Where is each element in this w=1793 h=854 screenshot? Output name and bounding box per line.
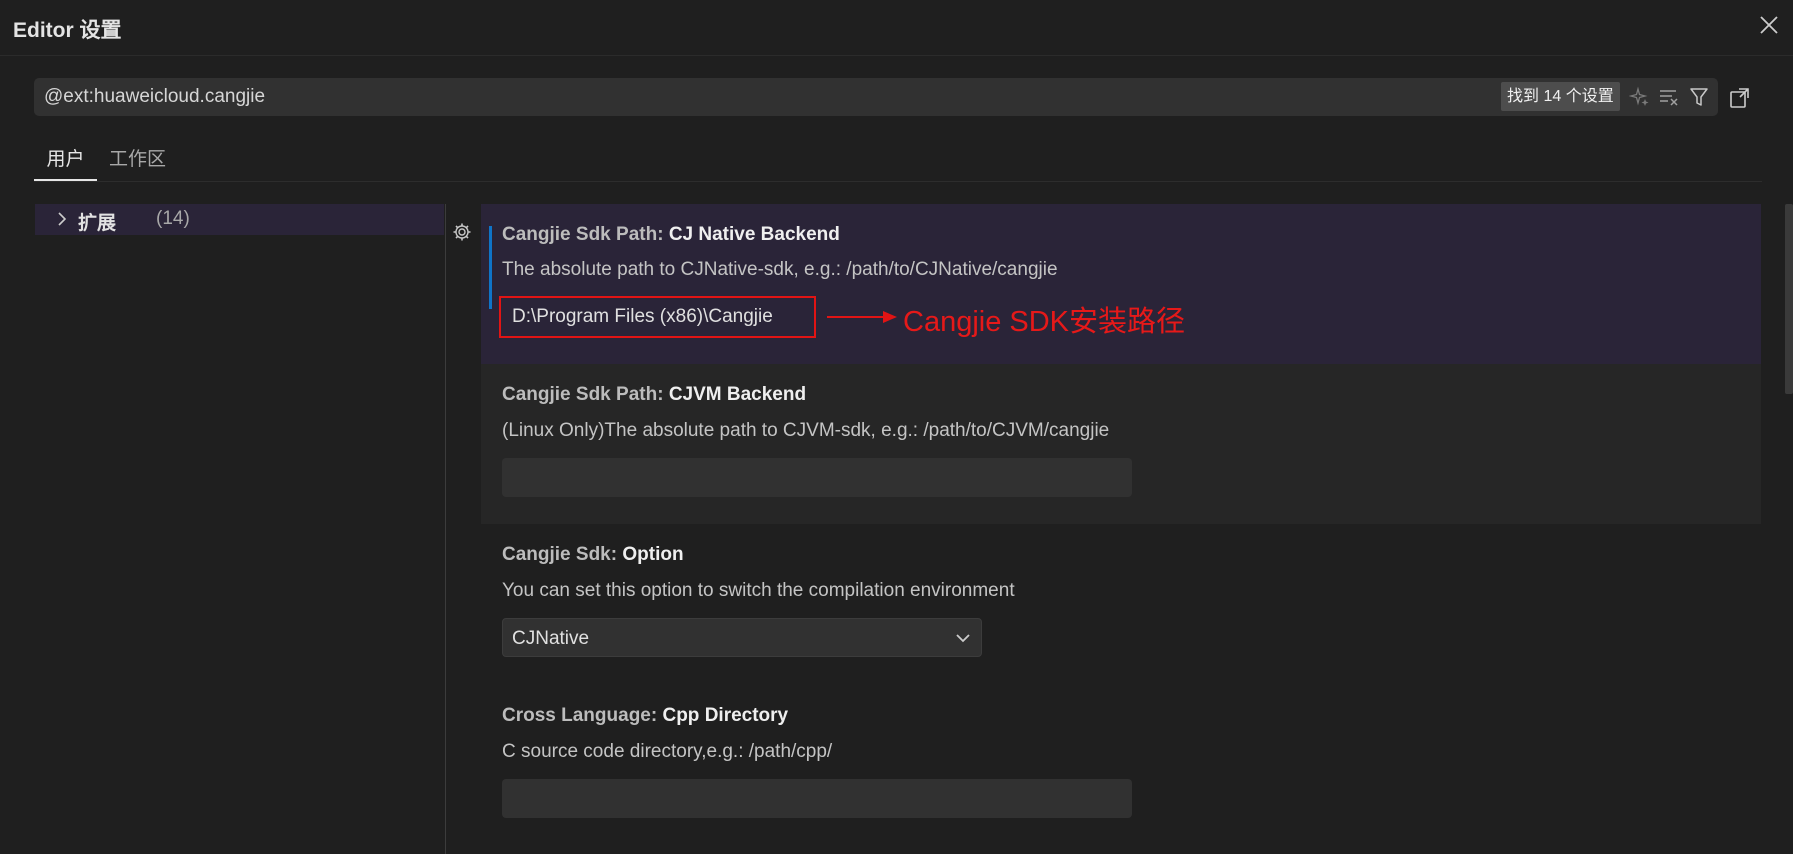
setting-description: The absolute path to CJNative-sdk, e.g.:… bbox=[502, 259, 1058, 280]
setting-title: Cangjie Sdk: Option bbox=[502, 544, 684, 565]
annotation-arrow bbox=[827, 311, 897, 323]
setting-description: You can set this option to switch the co… bbox=[502, 580, 1015, 601]
close-icon[interactable] bbox=[1758, 14, 1780, 36]
focus-indicator bbox=[489, 226, 492, 309]
filter-icon[interactable] bbox=[1688, 86, 1710, 108]
setting-description: C source code directory,e.g.: /path/cpp/ bbox=[502, 741, 833, 762]
tabs-divider bbox=[34, 181, 1762, 182]
setting-description: (Linux Only)The absolute path to CJVM-sd… bbox=[502, 420, 1110, 441]
scrollbar-thumb[interactable] bbox=[1785, 204, 1793, 394]
toc-item-count: (14) bbox=[156, 208, 190, 229]
tab-user[interactable]: 用户 bbox=[34, 144, 97, 171]
annotation-highlight-box bbox=[499, 296, 816, 338]
clear-filter-icon[interactable] bbox=[1658, 86, 1680, 108]
sash-divider[interactable] bbox=[445, 204, 446, 854]
gear-icon[interactable] bbox=[452, 222, 472, 242]
option-select[interactable]: CJNative bbox=[502, 618, 982, 657]
setting-cj-native-backend[interactable]: Cangjie Sdk Path: CJ Native Backend The … bbox=[481, 204, 1761, 364]
setting-cjvm-backend[interactable]: Cangjie Sdk Path: CJVM Backend (Linux On… bbox=[481, 364, 1761, 524]
sparkle-icon[interactable] bbox=[1629, 86, 1651, 108]
chevron-down-icon bbox=[956, 634, 970, 643]
chevron-right-icon bbox=[58, 212, 67, 226]
open-settings-json-icon[interactable] bbox=[1727, 86, 1751, 110]
cjvm-path-input[interactable] bbox=[502, 458, 1132, 497]
setting-title: Cangjie Sdk Path: CJ Native Backend bbox=[502, 224, 840, 245]
cpp-directory-input[interactable] bbox=[502, 779, 1132, 818]
results-count-badge: 找到 14 个设置 bbox=[1501, 82, 1620, 111]
toc-item-extensions[interactable]: 扩展 (14) bbox=[35, 204, 444, 235]
setting-title: Cangjie Sdk Path: CJVM Backend bbox=[502, 384, 807, 405]
settings-search-bar[interactable]: @ext:huaweicloud.cangjie 找到 14 个设置 bbox=[34, 78, 1718, 116]
title-bar: Editor 设置 bbox=[0, 0, 1793, 56]
toc-item-label: 扩展 bbox=[78, 213, 117, 234]
setting-title: Cross Language: Cpp Directory bbox=[502, 705, 789, 726]
annotation-label: Cangjie SDK安装路径 bbox=[903, 306, 1186, 338]
setting-sdk-option[interactable]: Cangjie Sdk: Option You can set this opt… bbox=[481, 524, 1761, 684]
setting-cpp-directory[interactable]: Cross Language: Cpp Directory C source c… bbox=[481, 684, 1761, 854]
search-input[interactable]: @ext:huaweicloud.cangjie bbox=[44, 86, 265, 108]
window-title: Editor 设置 bbox=[13, 19, 122, 42]
tab-workspace[interactable]: 工作区 bbox=[109, 144, 166, 171]
